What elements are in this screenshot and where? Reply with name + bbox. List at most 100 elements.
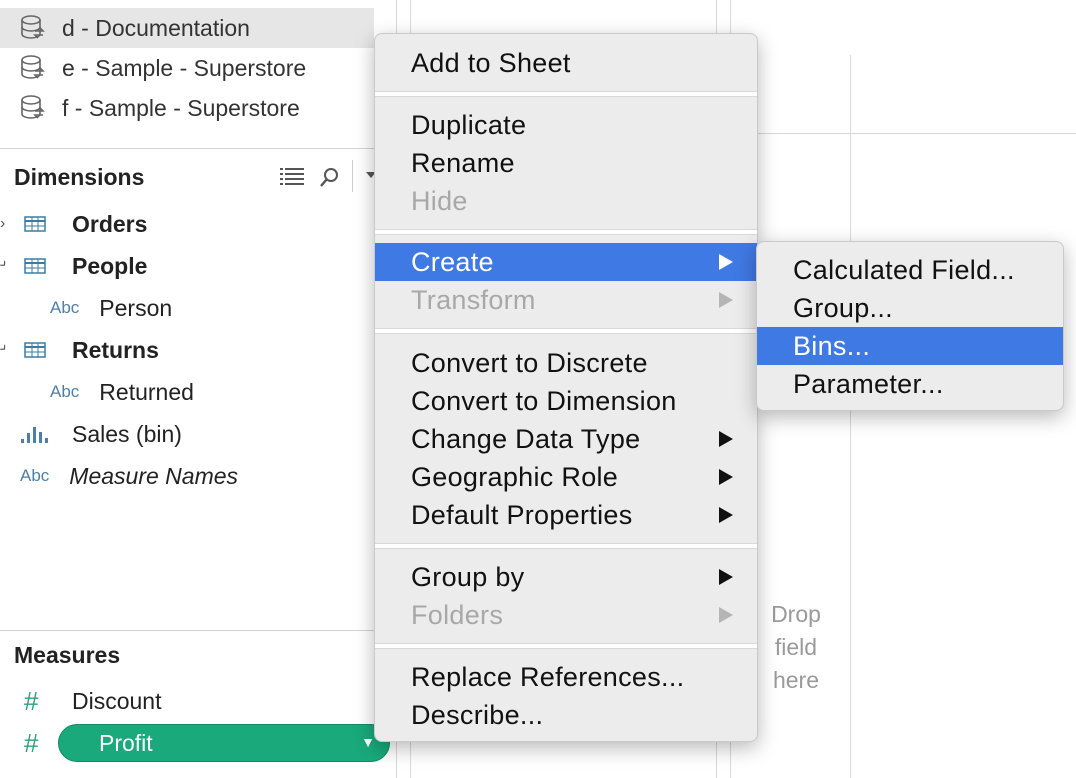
menu-item-describe[interactable]: Describe... — [375, 696, 757, 734]
menu-label: Convert to Dimension — [411, 385, 677, 416]
menu-label: Convert to Discrete — [411, 347, 648, 378]
menu-item-default-properties[interactable]: Default Properties — [375, 496, 757, 534]
menu-item-change-data-type[interactable]: Change Data Type — [375, 420, 757, 458]
chevron-down-icon[interactable]: ▼ — [361, 734, 375, 750]
chevron-down-icon[interactable]: › — [0, 256, 15, 276]
menu-separator — [375, 543, 757, 549]
menu-label: Parameter... — [793, 368, 944, 399]
menu-item-add-to-sheet[interactable]: Add to Sheet — [375, 44, 757, 82]
menu-item-hide: Hide — [375, 182, 757, 220]
field-label: Orders — [72, 210, 148, 237]
menu-label: Bins... — [793, 330, 871, 361]
measures-title: Measures — [14, 642, 121, 668]
string-type-icon: Abc — [20, 466, 50, 485]
menu-label: Group by — [411, 561, 525, 592]
field-label: Measure Names — [69, 462, 239, 489]
field-label: Person — [99, 294, 173, 321]
string-type-icon: Abc — [50, 298, 80, 317]
field-people[interactable]: › People — [0, 246, 147, 286]
menu-item-duplicate[interactable]: Duplicate — [375, 106, 757, 144]
menu-label: Add to Sheet — [411, 47, 571, 78]
field-returned[interactable]: Abc Returned — [50, 372, 194, 412]
table-icon — [24, 216, 46, 232]
toolbar-divider — [352, 160, 353, 192]
menu-item-group-by[interactable]: Group by — [375, 558, 757, 596]
chevron-right-icon[interactable]: › — [0, 215, 10, 233]
data-source-icon — [21, 95, 45, 119]
submenu-arrow-icon — [719, 469, 733, 485]
drop-text-line: here — [772, 667, 820, 693]
number-type-icon: # — [24, 727, 39, 758]
field-returns[interactable]: › Returns — [0, 330, 159, 370]
drop-text-line: Drop — [771, 601, 821, 627]
search-icon[interactable] — [318, 165, 342, 189]
menu-label: Change Data Type — [411, 423, 641, 454]
data-source-item[interactable]: f - Sample - Superstore — [0, 88, 374, 128]
table-icon — [24, 342, 46, 358]
submenu-item-calculated-field[interactable]: Calculated Field... — [757, 251, 1063, 289]
menu-separator — [375, 229, 757, 235]
menu-separator — [375, 328, 757, 334]
chevron-down-icon[interactable]: › — [0, 340, 15, 360]
bin-histogram-icon — [21, 427, 48, 443]
field-person[interactable]: Abc Person — [50, 288, 172, 328]
menu-label: Hide — [411, 185, 468, 216]
field-label: Returned — [99, 378, 194, 405]
data-source-label: d - Documentation — [62, 14, 250, 41]
drop-text-line: field — [774, 634, 818, 660]
list-view-icon[interactable] — [280, 166, 306, 186]
submenu-arrow-icon — [719, 607, 733, 623]
field-profit-type: # — [24, 723, 54, 763]
submenu-item-group[interactable]: Group... — [757, 289, 1063, 327]
data-source-label: e - Sample - Superstore — [62, 54, 307, 81]
submenu-arrow-icon — [719, 254, 733, 270]
menu-label: Default Properties — [411, 499, 633, 530]
menu-label: Folders — [411, 599, 504, 630]
menu-separator — [375, 91, 757, 97]
context-menu: Add to Sheet Duplicate Rename Hide Creat… — [374, 33, 758, 742]
field-discount[interactable]: # Discount — [24, 681, 161, 721]
menu-label: Calculated Field... — [793, 254, 1015, 285]
data-source-label: f - Sample - Superstore — [62, 94, 300, 121]
data-source-item[interactable]: e - Sample - Superstore — [0, 48, 374, 88]
menu-item-convert-to-discrete[interactable]: Convert to Discrete — [375, 344, 757, 382]
menu-label: Describe... — [411, 699, 544, 730]
field-profit-pill[interactable]: Profit ▼ — [58, 724, 390, 762]
string-type-icon: Abc — [50, 382, 80, 401]
menu-item-replace-references[interactable]: Replace References... — [375, 658, 757, 696]
section-divider — [0, 148, 396, 149]
menu-item-create[interactable]: Create — [375, 243, 757, 281]
data-source-item[interactable]: d - Documentation — [0, 8, 374, 48]
data-pane: d - Documentation e - Sample - Superstor… — [0, 0, 396, 778]
data-source-icon — [21, 55, 45, 79]
section-divider — [0, 630, 396, 631]
field-measure-names[interactable]: Abc Measure Names — [20, 456, 238, 496]
menu-label: Replace References... — [411, 661, 685, 692]
field-label: Returns — [72, 336, 159, 363]
table-icon — [24, 258, 46, 274]
drop-field-here[interactable]: Drop field here — [766, 598, 826, 697]
menu-label: Transform — [411, 284, 536, 315]
menu-label: Create — [411, 246, 494, 277]
data-source-icon — [21, 15, 45, 39]
menu-label: Duplicate — [411, 109, 527, 140]
menu-separator — [375, 643, 757, 649]
submenu-arrow-icon — [719, 507, 733, 523]
grid-line — [850, 55, 851, 778]
menu-item-convert-to-dimension[interactable]: Convert to Dimension — [375, 382, 757, 420]
dimensions-title: Dimensions — [14, 164, 145, 190]
menu-item-folders: Folders — [375, 596, 757, 634]
grid-line — [730, 133, 1076, 134]
menu-item-rename[interactable]: Rename — [375, 144, 757, 182]
menu-item-geographic-role[interactable]: Geographic Role — [375, 458, 757, 496]
submenu-arrow-icon — [719, 569, 733, 585]
field-orders[interactable]: › Orders — [0, 204, 147, 244]
menu-label: Group... — [793, 292, 893, 323]
field-sales-bin[interactable]: Sales (bin) — [20, 414, 182, 454]
menu-label: Geographic Role — [411, 461, 619, 492]
create-submenu: Calculated Field... Group... Bins... Par… — [756, 241, 1064, 411]
menu-label: Rename — [411, 147, 515, 178]
number-type-icon: # — [24, 685, 39, 716]
submenu-item-parameter[interactable]: Parameter... — [757, 365, 1063, 403]
submenu-item-bins[interactable]: Bins... — [757, 327, 1063, 365]
